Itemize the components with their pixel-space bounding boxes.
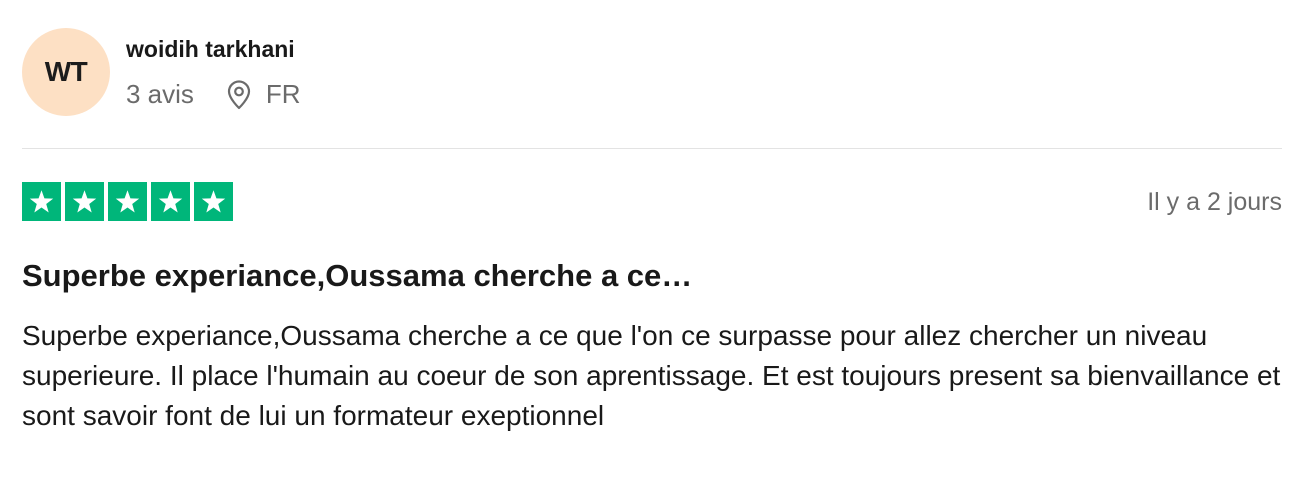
star-icon (22, 182, 61, 221)
review-card: WT woidih tarkhani 3 avis FR Il y a 2 jo… (0, 0, 1312, 482)
avatar[interactable]: WT (22, 28, 110, 116)
star-rating (22, 182, 233, 221)
location-pin-icon (226, 79, 252, 110)
reviewer-name[interactable]: woidih tarkhani (126, 36, 295, 63)
avatar-initials: WT (44, 56, 88, 87)
review-title[interactable]: Superbe experiance,Oussama cherche a ce… (22, 258, 692, 294)
review-date: Il y a 2 jours (1147, 188, 1282, 216)
review-body: Superbe experiance,Oussama cherche a ce … (22, 320, 1281, 431)
reviewer-country: FR (265, 79, 301, 109)
star-icon (194, 182, 233, 221)
divider (22, 148, 1282, 149)
reviewer-meta: 3 avis FR (126, 79, 301, 110)
star-icon (65, 182, 104, 221)
star-icon (151, 182, 190, 221)
review-count: 3 avis (126, 79, 194, 109)
star-icon (108, 182, 147, 221)
